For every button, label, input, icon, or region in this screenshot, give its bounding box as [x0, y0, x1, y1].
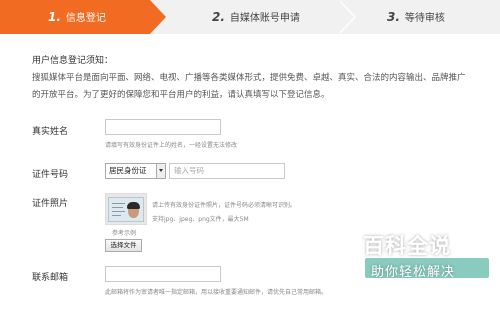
email-hint: 此邮箱将作为审请者唯一指定邮箱，用以接收重要通知邮件，请优先自己常用邮箱。	[105, 289, 328, 296]
step-1-arrow	[150, 0, 166, 34]
id-photo-hint-requirements: 请上传有效身份证件照片，证件号码必须清晰可识别。	[152, 202, 297, 209]
baike-watermark-logo: 百科全说 助你轻松解决	[349, 228, 497, 286]
watermark-title: 百科全说	[363, 234, 451, 258]
step-2-account-application: 2. 自媒体账号申请	[212, 0, 300, 34]
id-photo-hint-formats: 支持jpg、jpeg、png文件，最大5M	[152, 216, 249, 223]
real-name-input[interactable]	[105, 119, 221, 135]
step-1-number: 1.	[48, 10, 61, 24]
id-number-label: 证件号码	[32, 170, 69, 180]
notice-body: 搜狐媒体平台是面向平面、网络、电视、广播等各类媒体形式，提供免费、卓越、真实、合…	[32, 73, 466, 100]
step-1-label: 信息登记	[65, 13, 106, 24]
id-photo-label: 证件照片	[32, 199, 69, 209]
id-number-input[interactable]: 输入号码	[169, 163, 285, 179]
choose-file-button[interactable]: 选择文件	[105, 239, 142, 252]
chevron-down-icon[interactable]	[156, 164, 165, 178]
watermark-subtitle: 助你轻松解决	[371, 265, 456, 280]
real-name-hint: 请填写有效身份证件上的姓名，一经设置无法修改	[105, 142, 238, 149]
id-card-hair	[127, 202, 140, 209]
id-card-text-line	[112, 207, 123, 208]
id-type-select[interactable]: 居民身份证	[105, 163, 166, 179]
id-card-text-line	[112, 203, 125, 204]
step-2-number: 2.	[212, 10, 225, 24]
step-3-number: 3.	[387, 10, 400, 24]
sample-id-photo	[105, 193, 147, 225]
step-progress-bar: 1. 信息登记 2. 自媒体账号申请 3. 等待审核	[0, 0, 500, 34]
id-card-text-line	[112, 211, 125, 212]
sample-example-caption: 参考示例	[112, 230, 137, 237]
step-3-label: 等待审核	[404, 13, 445, 24]
email-input[interactable]	[105, 266, 221, 282]
email-label: 联系邮箱	[32, 273, 69, 283]
real-name-label: 真实姓名	[32, 127, 69, 137]
step-1-info-registration: 1. 信息登记	[0, 0, 150, 34]
step-separator-arrow-fill	[338, 0, 354, 34]
id-card-graphic	[108, 197, 144, 222]
notice-title: 用户信息登记须知：	[32, 56, 114, 66]
id-type-selected-value: 居民身份证	[109, 166, 147, 175]
step-2-label: 自媒体账号申请	[229, 13, 300, 24]
id-card-text-line	[112, 215, 121, 216]
step-3-await-review: 3. 等待审核	[387, 0, 445, 34]
